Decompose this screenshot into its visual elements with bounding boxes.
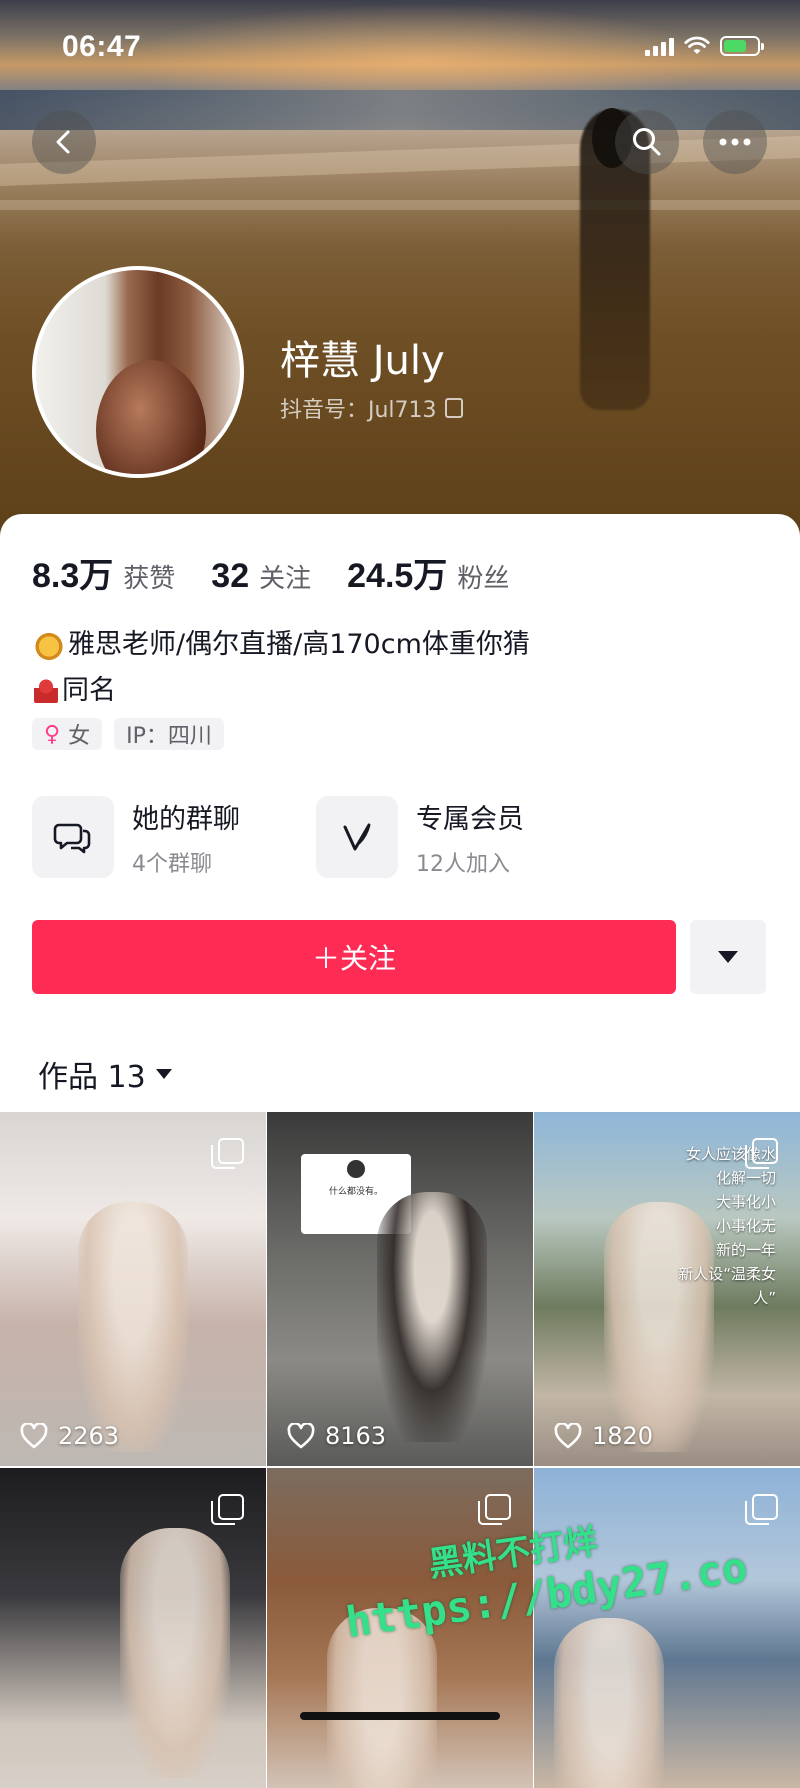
thumbnail-figure [78,1202,188,1452]
video-grid: 2263 什么都没有。 8163 女人应该像水 化解一切 大事化小 小事化无 新… [0,1112,800,1788]
home-indicator[interactable] [300,1712,500,1720]
multi-image-icon [478,1494,511,1525]
like-count: 1820 [554,1422,653,1450]
thumbnail-figure [554,1618,664,1788]
follow-button[interactable]: ＋关注 [32,920,676,994]
video-thumbnail[interactable] [0,1468,266,1788]
heart-icon [287,1423,315,1449]
triangle-down-icon [718,951,738,963]
stat-label: 粉丝 [457,564,510,594]
stat-label: 关注 [259,564,312,594]
search-button[interactable] [615,110,679,174]
stat-likes[interactable]: 8.3万 获赞 [32,548,175,597]
profile-tags: ♀ 女 IP：四川 [32,718,224,750]
back-button[interactable] [32,110,96,174]
thumbnail-figure [120,1528,230,1778]
stat-value: 24.5万 [347,557,448,595]
thumbnail-figure [377,1192,487,1442]
chevron-left-icon [56,130,70,154]
search-icon [633,128,661,156]
stat-value: 32 [211,557,250,595]
stat-following[interactable]: 32 关注 [211,557,311,596]
sea-band [0,90,800,130]
multi-image-icon [211,1494,244,1525]
avatar[interactable] [32,266,244,478]
bio-line: 同名 [62,675,116,706]
works-label: 作品 13 [38,1060,146,1095]
like-count-text: 1820 [592,1422,654,1450]
profile-handle[interactable]: 抖音号：Jul713 [280,392,463,424]
like-count-text: 2263 [58,1422,120,1450]
group-chat-entry[interactable]: 她的群聊 4个群聊 [32,796,240,878]
like-count-text: 8163 [325,1422,387,1450]
feature-title: 她的群聊 [132,803,240,835]
status-time: 06:47 [62,30,142,63]
like-count: 8163 [287,1422,386,1450]
wave-line [0,200,800,210]
like-count: 2263 [20,1422,119,1450]
feature-title: 专属会员 [416,803,524,835]
chat-bubbles-icon [32,796,114,878]
profile-bio: 雅思老师/偶尔直播/高170cm体重你猜 同名 [34,622,530,714]
feature-subtitle: 12人加入 [416,851,510,877]
works-tab[interactable]: 作品 13 [38,1052,172,1096]
ip-label: IP：四川 [126,724,212,749]
ribbon-emoji-icon [34,676,58,706]
teacher-emoji-icon [34,630,64,660]
status-icons [645,36,764,56]
card-text: 什么都没有。 [328,1187,383,1197]
gender-label: 女 [68,724,91,749]
gender-tag: ♀ 女 [32,718,103,750]
video-thumbnail[interactable]: 什么都没有。 8163 [267,1112,533,1466]
profile-stats: 8.3万 获赞 32 关注 24.5万 粉丝 [32,548,509,597]
wifi-icon [684,36,710,54]
battery-icon [720,36,764,56]
stat-followers[interactable]: 24.5万 粉丝 [347,548,509,597]
more-button[interactable] [703,110,767,174]
bio-line: 雅思老师/偶尔直播/高170cm体重你猜 [68,629,530,660]
membership-entry[interactable]: 专属会员 12人加入 [316,796,524,878]
stat-label: 获赞 [123,564,176,594]
profile-name: 梓慧 July [280,338,445,384]
stat-value: 8.3万 [32,557,114,595]
video-thumbnail[interactable]: 2263 [0,1112,266,1466]
heart-icon [554,1423,582,1449]
copy-icon[interactable] [444,398,463,418]
signal-icon [645,36,674,56]
recommend-dropdown-button[interactable] [690,920,766,994]
female-icon: ♀ [44,721,61,747]
heart-icon [20,1423,48,1449]
feature-subtitle: 4个群聊 [132,851,212,877]
more-dots-icon [719,138,751,146]
multi-image-icon [211,1138,244,1169]
wave-line [0,136,800,186]
v-logo-icon [316,796,398,878]
ip-tag: IP：四川 [114,718,224,750]
handle-text: 抖音号：Jul713 [280,398,437,423]
multi-image-icon [745,1138,778,1169]
video-thumbnail[interactable]: 女人应该像水 化解一切 大事化小 小事化无 新的一年 新人设“温柔女人” 182… [534,1112,800,1466]
triangle-down-icon [155,1069,172,1079]
follow-label: ＋关注 [311,942,396,975]
